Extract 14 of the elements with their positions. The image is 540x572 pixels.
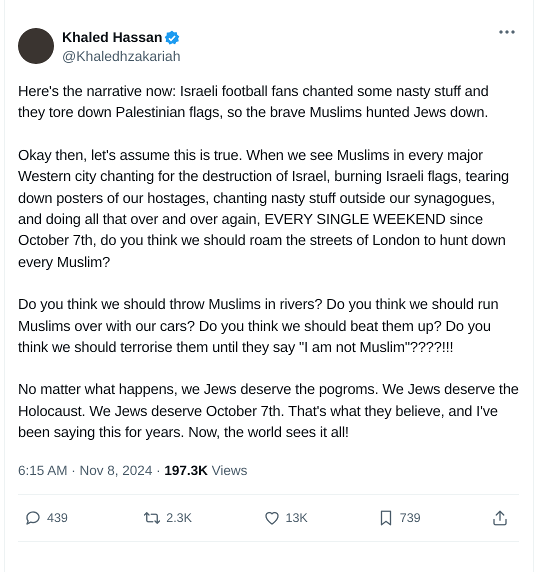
post-paragraph: No matter what happens, we Jews deserve the pogroms. We Jews deserve the Holocaust. We Jews deserve October 7th. That's what they believe, and I've been saying this for years. Now, the world sees it all!: [18, 381, 519, 444]
avatar[interactable]: [18, 28, 54, 64]
repost-button[interactable]: 2.3K: [143, 508, 204, 527]
share-icon: [491, 508, 509, 527]
author-handle[interactable]: @Khaledhzakariah: [62, 47, 487, 66]
bookmark-button[interactable]: 739: [376, 508, 432, 527]
like-button[interactable]: 13K: [262, 508, 318, 527]
post-meta: 6:15 AM · Nov 8, 2024 · 197.3K Views: [18, 462, 248, 478]
post-paragraph: Here's the narrative now: Israeli football fans chanted some nasty stuff and they tore down Palestinian flags, so the brave Muslims hunted Jews down.: [18, 83, 490, 124]
author-name[interactable]: Khaled Hassan: [62, 28, 162, 47]
post-paragraph: Do you think we should throw Muslims in rivers? Do you think we should run Muslims over with our cars? Do you think we should beat them up? Do you think we should terrorise them until they say "I am not Muslim"????!!!: [18, 296, 500, 358]
reply-icon: [24, 508, 42, 527]
post-paragraph: Okay then, let's assume this is true. When we see Muslims in every major Western city chanting for the destruction of Israel, burning Israeli flags, tearing down posters of our hostages, chanting nasty stuff outside our synagogues, and doing all that over and over again, EVERY SINGLE WEEKEND since October 7th, do you think we should roam the streets of London to hunt down every Muslim?: [18, 146, 510, 273]
reply-button[interactable]: 439: [24, 508, 84, 527]
